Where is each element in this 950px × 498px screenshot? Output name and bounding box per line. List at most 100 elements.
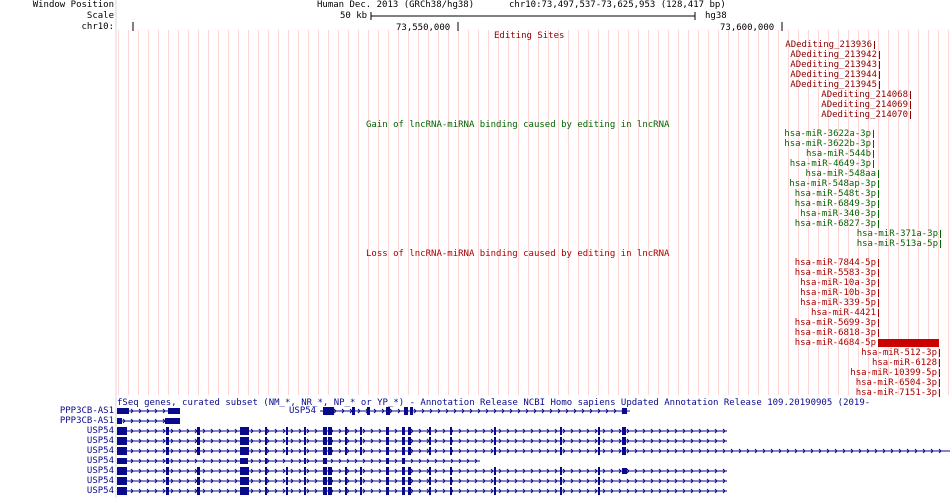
loss-item-label[interactable]: hsa-miR-6818-3p <box>795 328 876 338</box>
editing-item-label[interactable]: ADediting_213945 <box>790 80 877 90</box>
gain-item-label[interactable]: hsa-miR-513a-5p <box>857 239 938 249</box>
loss-item-label[interactable]: hsa-miR-4684-5p <box>795 338 876 348</box>
gene-row-label[interactable]: PPP3CB-AS1 <box>60 416 114 426</box>
editing-item-label[interactable]: ADediting_214069 <box>821 100 908 110</box>
gene-exon <box>410 407 413 415</box>
gene-exon <box>360 477 362 485</box>
gene-exon <box>117 458 127 464</box>
gene-row-label[interactable]: USP54 <box>87 486 114 496</box>
gene-exon <box>304 477 306 485</box>
gene-exon <box>450 447 452 455</box>
loss-item-label[interactable]: hsa-miR-5699-3p <box>795 318 876 328</box>
gain-item-label[interactable]: hsa-miR-6849-3p <box>795 199 876 209</box>
gene-exon <box>240 427 249 435</box>
gene-exon <box>304 437 306 445</box>
position-readout: chr10:73,497,537-73,625,953 (128,417 bp) <box>509 0 726 10</box>
gene-exon <box>166 447 169 455</box>
loss-item-mark <box>939 389 940 397</box>
gene-exon <box>494 487 496 495</box>
genes-track-title[interactable]: fSeq genes, curated subset (NM_*, NR_*, … <box>117 398 870 408</box>
gene-exon <box>386 427 389 435</box>
gene-exon <box>197 487 200 495</box>
editing-item-label[interactable]: ADediting_214068 <box>821 90 908 100</box>
gain-item-label[interactable]: hsa-miR-548ap-3p <box>789 179 876 189</box>
gene-exon <box>304 467 306 475</box>
loss-item-mark <box>878 289 879 297</box>
gene-exon <box>117 418 122 424</box>
loss-item-label[interactable]: hsa-miR-339-5p <box>800 298 876 308</box>
editing-item-label[interactable]: ADediting_213942 <box>790 50 877 60</box>
loss-item-block <box>879 339 939 347</box>
gene-exon <box>240 447 249 455</box>
gene-row-label[interactable]: USP54 <box>87 426 114 436</box>
loss-item-mark <box>878 309 879 317</box>
editing-item-mark <box>910 101 911 109</box>
gain-item-label[interactable]: hsa-miR-371a-3p <box>857 229 938 239</box>
editing-item-label[interactable]: ADediting_213943 <box>790 60 877 70</box>
editing-track-title[interactable]: Editing Sites <box>494 31 564 41</box>
loss-item-label[interactable]: hsa-miR-10a-3p <box>800 278 876 288</box>
gene-exon <box>386 467 389 475</box>
gain-item-label[interactable]: hsa-miR-3622b-3p <box>784 139 871 149</box>
loss-item-label[interactable]: hsa-miR-512-3p <box>861 348 937 358</box>
gene-exon <box>404 407 408 415</box>
gene-exon <box>286 477 288 485</box>
gene-exon <box>429 437 431 445</box>
gene-exon <box>408 487 411 495</box>
gene-exon <box>166 467 169 475</box>
gain-track-title[interactable]: Gain of lncRNA-miRNA binding caused by e… <box>366 120 669 130</box>
editing-item-label[interactable]: ADediting_214070 <box>821 110 908 120</box>
gene-exon <box>408 427 411 435</box>
gene-exon <box>166 458 169 464</box>
gene-exon <box>408 477 411 485</box>
scale-db: hg38 <box>705 11 727 21</box>
gene-row-label[interactable]: USP54 <box>87 476 114 486</box>
gene-exon <box>323 458 327 464</box>
gene-exon <box>117 487 127 495</box>
gene-exon <box>323 407 331 415</box>
gain-item-label[interactable]: hsa-miR-548aa <box>806 169 876 179</box>
gain-item-label[interactable]: hsa-miR-340-3p <box>800 209 876 219</box>
loss-item-label[interactable]: hsa-miR-7151-3p <box>856 388 937 398</box>
gain-item-label[interactable]: hsa-miR-4649-3p <box>790 159 871 169</box>
gain-item-label[interactable]: hsa-miR-6827-3p <box>795 219 876 229</box>
gene-exon <box>402 427 405 435</box>
gain-item-mark <box>878 200 879 208</box>
gene-exon <box>265 447 267 455</box>
loss-item-label[interactable]: hsa-miR-10b-3p <box>800 288 876 298</box>
gene-row-label[interactable]: PPP3CB-AS1 <box>60 406 114 416</box>
gene-exon <box>304 447 306 455</box>
gain-item-mark <box>873 140 874 148</box>
gene-exon <box>117 427 127 435</box>
editing-item-mark <box>910 91 911 99</box>
gene-exon <box>429 477 431 485</box>
gene-row-label[interactable]: USP54 <box>87 466 114 476</box>
loss-track-title[interactable]: Loss of lncRNA-miRNA binding caused by e… <box>366 249 669 259</box>
editing-item-label[interactable]: ADediting_213936 <box>785 40 872 50</box>
gene-exon <box>450 467 452 475</box>
editing-item-label[interactable]: ADediting_213944 <box>790 70 877 80</box>
loss-item-label[interactable]: hsa-miR-7844-5p <box>795 258 876 268</box>
gene-exon <box>265 427 267 435</box>
gain-item-label[interactable]: hsa-miR-548t-3p <box>795 189 876 199</box>
gene-exon <box>386 458 389 464</box>
gene-row-label[interactable]: USP54 <box>87 446 114 456</box>
gain-item-label[interactable]: hsa-miR-544b <box>806 149 871 159</box>
gain-item-label[interactable]: hsa-miR-3622a-3p <box>784 129 871 139</box>
loss-item-label[interactable]: hsa-miR-6128 <box>872 358 937 368</box>
loss-item-label[interactable]: hsa-miR-6504-3p <box>856 378 937 388</box>
gene-exon <box>450 487 452 495</box>
gene-exon <box>360 437 362 445</box>
gene-exon <box>450 427 452 435</box>
gene-row-label[interactable]: USP54 <box>87 436 114 446</box>
gene-exon <box>265 487 267 495</box>
loss-item-label[interactable]: hsa-miR-4421 <box>811 308 876 318</box>
gene-row-label[interactable]: USP54 <box>87 456 114 466</box>
loss-item-label[interactable]: hsa-miR-5583-3p <box>795 268 876 278</box>
gene-inline-label[interactable]: USP54 <box>289 406 316 416</box>
gene-exon <box>386 487 389 495</box>
gene-exon <box>494 437 496 445</box>
gene-exon <box>494 467 496 475</box>
gain-item-mark <box>873 160 874 168</box>
loss-item-label[interactable]: hsa-miR-10399-5p <box>850 368 937 378</box>
